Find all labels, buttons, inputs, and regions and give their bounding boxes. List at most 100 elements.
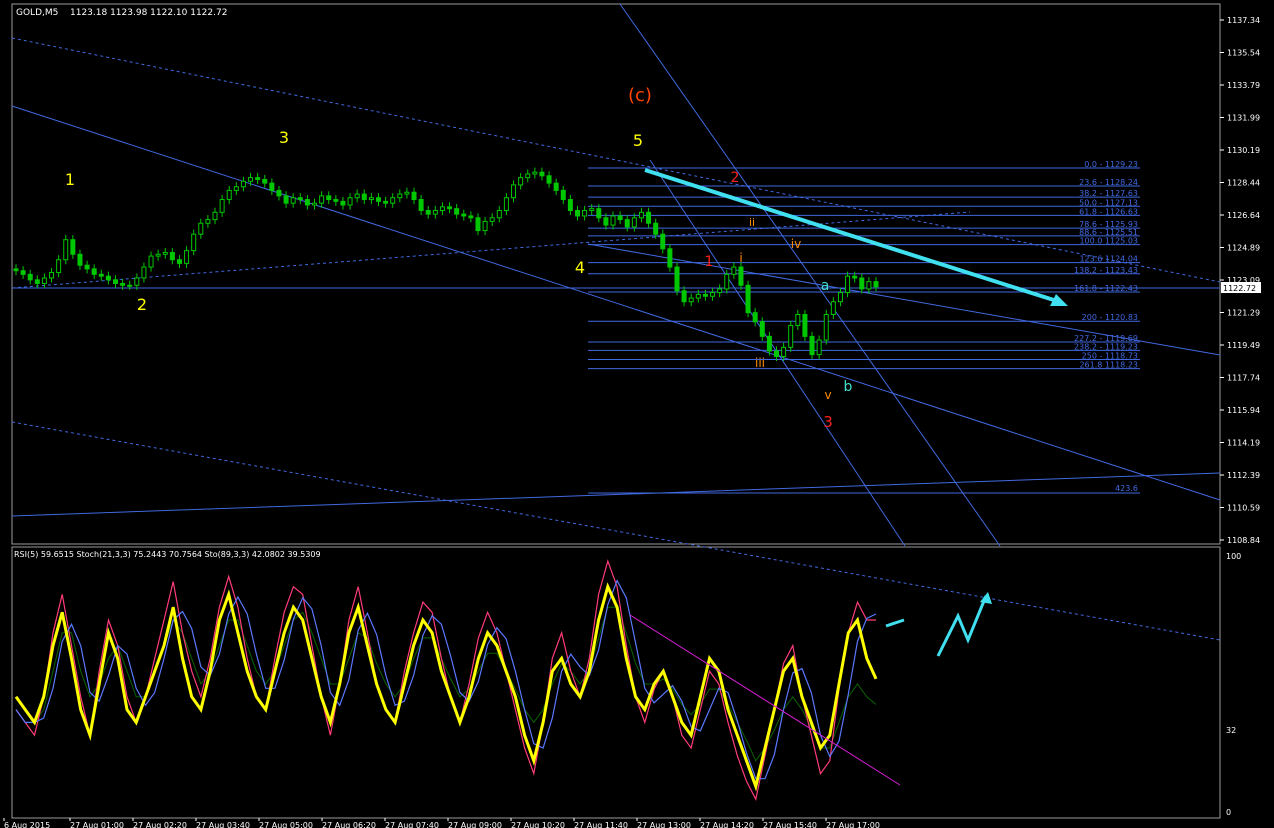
candle-body: [233, 186, 239, 191]
candle-body: [383, 200, 389, 204]
time-tick-label: 27 Aug 14:20: [700, 821, 754, 828]
price-tick-label: 1130.19: [1227, 146, 1260, 155]
candle-body: [702, 293, 708, 297]
price-tick-label: 1126.64: [1227, 211, 1260, 220]
current-price-label: 1122.72: [1223, 284, 1256, 293]
candle-body: [191, 233, 197, 252]
candle-body: [340, 200, 346, 206]
symbol-label: GOLD,M5: [16, 8, 58, 18]
wave-label: iv: [791, 237, 801, 251]
candle-body: [105, 275, 111, 281]
price-tick-label: 1110.59: [1227, 504, 1260, 513]
fib-level-label: 23.6 - 1128.24: [1079, 178, 1138, 187]
candle-body: [290, 197, 296, 204]
candle-body: [155, 253, 161, 257]
price-tick-label: 1128.44: [1227, 179, 1260, 188]
time-tick-label: 6 Aug 2015: [4, 821, 50, 828]
indicator-tick-label: 100: [1226, 552, 1241, 561]
fib-level-label: 138.2 - 1123.43: [1074, 266, 1138, 275]
candle-body: [297, 197, 303, 201]
candle-body: [148, 255, 154, 268]
time-tick-label: 27 Aug 01:00: [70, 821, 124, 828]
candle-body: [226, 189, 232, 201]
candle-body: [809, 335, 815, 356]
candle-body: [162, 251, 168, 255]
candle-body: [731, 266, 737, 275]
fib-level-label: 88.6 - 1125.51: [1079, 228, 1138, 237]
candle-body: [660, 233, 666, 250]
candle-body: [866, 281, 872, 290]
candle-body: [326, 195, 332, 201]
candle-body: [525, 173, 531, 179]
candle-body: [717, 288, 723, 294]
candle-body: [134, 277, 140, 286]
wave-label: iii: [755, 356, 765, 370]
candle-body: [41, 277, 47, 284]
price-chart[interactable]: 0.0 - 1129.23 23.6 - 1128.24 38.2 - 1127.6…: [0, 0, 1274, 828]
price-tick-label: 1112.39: [1227, 471, 1260, 480]
ohlc-label: 1123.18 1123.98 1122.10 1122.72: [70, 8, 227, 18]
candle-body: [646, 211, 652, 224]
candle-body: [319, 195, 325, 204]
price-tick-label: 1119.49: [1227, 341, 1260, 350]
wave-label: ii: [749, 216, 755, 229]
candle-body: [212, 211, 218, 221]
candle-body: [468, 215, 474, 219]
fib-level-label: 161.8 - 1122.43: [1074, 284, 1138, 293]
time-tick-label: 27 Aug 15:40: [763, 821, 817, 828]
candle-body: [837, 292, 843, 303]
candle-body: [354, 193, 360, 199]
candle-body: [560, 189, 566, 201]
fib-level-label: 200 - 1120.83: [1082, 313, 1138, 322]
candle-body: [845, 275, 851, 294]
candle-body: [404, 191, 410, 195]
time-tick-label: 27 Aug 13:00: [637, 821, 691, 828]
price-tick-label: 1114.19: [1227, 439, 1260, 448]
candle-body: [482, 220, 488, 232]
candle-body: [688, 297, 694, 303]
candle-body: [127, 284, 133, 287]
candle-body: [418, 199, 424, 211]
candle-body: [169, 251, 175, 261]
candle-body: [873, 281, 879, 288]
time-tick-label: 27 Aug 06:20: [322, 821, 376, 828]
candle-body: [255, 177, 261, 180]
time-tick-label: 27 Aug 09:00: [448, 821, 502, 828]
candle-body: [773, 350, 779, 357]
candle-body: [738, 266, 744, 286]
candle-body: [333, 199, 339, 202]
candle-body: [176, 259, 182, 264]
candle-body: [49, 272, 55, 279]
candle-body: [461, 213, 467, 217]
candle-body: [34, 279, 40, 284]
price-tick-label: 1133.79: [1227, 81, 1260, 90]
candle-body: [390, 197, 396, 204]
price-tick-label: 1124.89: [1227, 244, 1260, 253]
price-tick-label: 1108.84: [1227, 536, 1260, 545]
candle-body: [475, 217, 481, 232]
candle-body: [432, 209, 438, 215]
candle-body: [141, 266, 147, 279]
fib-level-label: 250 - 1118.73: [1082, 352, 1138, 361]
candle-body: [574, 209, 580, 217]
candle-body: [219, 199, 225, 213]
candle-body: [617, 215, 623, 221]
candle-body: [695, 293, 701, 299]
candle-body: [532, 171, 538, 175]
time-tick-label: 27 Aug 11:40: [574, 821, 628, 828]
candle-body: [859, 277, 865, 290]
candle-body: [56, 259, 62, 274]
candle-body: [852, 275, 858, 279]
candle-body: [248, 177, 254, 182]
candle-body: [91, 268, 97, 275]
wave-label: 5: [633, 131, 643, 150]
candle-body: [262, 178, 268, 184]
candle-body: [781, 346, 787, 357]
candle-body: [518, 177, 524, 186]
candle-body: [198, 222, 204, 235]
candle-body: [788, 324, 794, 348]
candle-body: [674, 266, 680, 292]
candle-body: [610, 215, 616, 226]
candle-body: [724, 273, 730, 290]
candle-body: [653, 222, 659, 235]
